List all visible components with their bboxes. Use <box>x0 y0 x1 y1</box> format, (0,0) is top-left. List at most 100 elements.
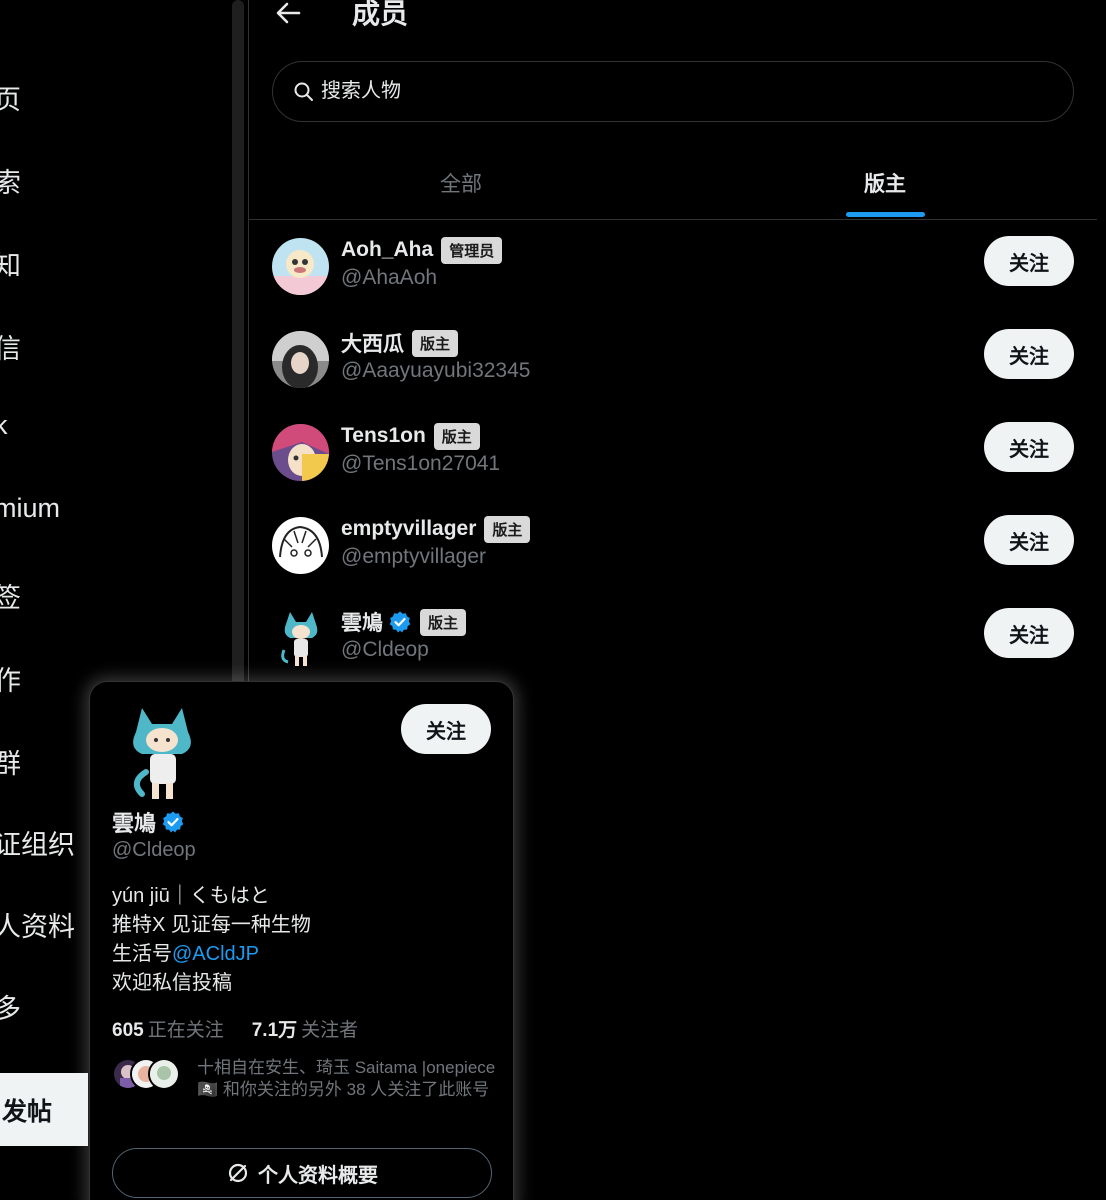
hovercard-follow-button[interactable]: 关注 <box>401 704 491 754</box>
followers-label: 关注者 <box>301 1020 359 1041</box>
hovercard-name[interactable]: 雲鳩 <box>112 806 156 838</box>
following-stat[interactable]: 605 正在关注 <box>112 1015 224 1042</box>
member-row[interactable]: Aoh_Aha 管理员 @AhaAoh 关注 <box>249 235 1097 328</box>
mutual-avatars[interactable] <box>112 1058 184 1090</box>
sidebar-item-verified-orgs[interactable]: 证组织 <box>0 823 75 862</box>
avatar-image <box>272 331 329 388</box>
member-row[interactable]: 大西瓜 版主 @Aaayuayubi32345 关注 <box>249 328 1097 421</box>
hovercard-bio: yún jiū｜くもはと 推特X 见证每一种生物 生活号@ACldJP 欢迎私信… <box>112 882 311 998</box>
search-icon <box>294 82 313 101</box>
sidebar-item-label: k <box>0 410 8 440</box>
search-input[interactable] <box>321 80 1021 103</box>
sidebar-item-jobs[interactable]: 作 <box>0 659 21 698</box>
following-label: 正在关注 <box>147 1020 224 1041</box>
tab-all[interactable]: 全部 <box>249 146 673 219</box>
post-button-label: 发帖 <box>2 1097 53 1126</box>
sidebar-item-messages[interactable]: 信 <box>0 327 21 366</box>
sidebar-item-grok[interactable]: k <box>0 410 8 441</box>
avatar[interactable] <box>272 331 329 388</box>
hovercard-stats: 605 正在关注 7.1万 关注者 <box>112 1015 358 1042</box>
role-badge: 版主 <box>412 329 459 357</box>
member-name[interactable]: 雲鳩 <box>341 607 383 637</box>
tab-moderators[interactable]: 版主 <box>673 146 1097 219</box>
follow-button-label: 关注 <box>1009 531 1049 554</box>
member-handle[interactable]: @Cldeop <box>341 638 429 662</box>
bio-mention-link[interactable]: @ACldJP <box>172 943 259 965</box>
follow-button-label: 关注 <box>426 720 466 743</box>
verified-badge-icon <box>389 611 411 633</box>
member-handle[interactable]: @Tens1on27041 <box>341 452 500 476</box>
active-tab-indicator <box>846 212 925 217</box>
role-badge: 管理员 <box>441 236 503 264</box>
follow-button[interactable]: 关注 <box>984 329 1074 379</box>
member-name[interactable]: 大西瓜 <box>341 328 404 358</box>
sidebar-item-bookmarks[interactable]: 签 <box>0 576 21 615</box>
followers-stat[interactable]: 7.1万 关注者 <box>252 1015 358 1042</box>
avatar-image <box>272 424 329 481</box>
sidebar-item-label: 信 <box>0 334 21 364</box>
follow-button-label: 关注 <box>1009 438 1049 461</box>
member-row[interactable]: Tens1on 版主 @Tens1on27041 关注 <box>249 421 1097 514</box>
post-button[interactable]: 发帖 <box>0 1073 88 1146</box>
sidebar-item-home[interactable]: 页 <box>0 78 21 117</box>
sidebar-item-notifications[interactable]: 知 <box>0 244 21 283</box>
follow-button-label: 关注 <box>1009 345 1049 368</box>
sidebar-item-label: 知 <box>0 251 21 281</box>
avatar[interactable] <box>272 424 329 481</box>
follow-button[interactable]: 关注 <box>984 515 1074 565</box>
back-arrow-icon[interactable] <box>273 0 303 26</box>
search-bar[interactable] <box>272 61 1074 122</box>
sidebar-item-premium[interactable]: mium <box>0 493 60 524</box>
follow-button-label: 关注 <box>1009 624 1049 647</box>
profile-summary-button[interactable]: 个人资料概要 <box>112 1148 492 1198</box>
profile-summary-icon <box>228 1163 248 1183</box>
bio-line: 欢迎私信投稿 <box>112 972 232 994</box>
sidebar-item-label: 群 <box>0 749 21 779</box>
avatar[interactable] <box>272 610 329 667</box>
mutual-avatar <box>148 1058 180 1090</box>
avatar[interactable] <box>272 517 329 574</box>
role-badge: 版主 <box>484 515 531 543</box>
page-title: 成员 <box>352 0 409 29</box>
sidebar-item-label: 签 <box>0 583 21 613</box>
avatar-image <box>272 610 329 667</box>
sidebar-item-label: 作 <box>0 666 21 696</box>
sidebar-item-label: mium <box>0 493 60 523</box>
member-handle[interactable]: @emptyvillager <box>341 545 486 569</box>
bio-text: 生活号 <box>112 943 172 965</box>
sidebar-item-more[interactable]: 多 <box>0 987 21 1026</box>
sidebar-item-label: 证组织 <box>0 830 75 860</box>
member-row[interactable]: emptyvillager 版主 @emptyvillager 关注 <box>249 514 1097 607</box>
member-handle[interactable]: @Aaayuayubi32345 <box>341 359 530 383</box>
bio-line: 生活号@ACldJP <box>112 940 311 969</box>
member-name[interactable]: emptyvillager <box>341 517 476 541</box>
follow-button-label: 关注 <box>1009 252 1049 275</box>
tab-label: 全部 <box>440 172 482 196</box>
bio-line: 推特X 见证每一种生物 <box>112 914 311 936</box>
avatar[interactable] <box>272 238 329 295</box>
member-handle[interactable]: @AhaAoh <box>341 266 437 290</box>
role-badge: 版主 <box>433 422 480 450</box>
hovercard-handle[interactable]: @Cldeop <box>112 839 196 862</box>
scrollbar[interactable] <box>232 0 244 690</box>
follow-button[interactable]: 关注 <box>984 608 1074 658</box>
bio-line: yún jiū｜くもはと <box>112 885 270 907</box>
sidebar-item-profile[interactable]: 人资料 <box>0 905 75 944</box>
avatar-image <box>272 517 329 574</box>
sidebar-item-explore[interactable]: 索 <box>0 161 21 200</box>
follow-button[interactable]: 关注 <box>984 422 1074 472</box>
profile-hovercard: 关注 雲鳩 @Cldeop yún jiū｜くもはと 推特X 见证每一种生物 生… <box>89 681 514 1200</box>
sidebar-item-label: 多 <box>0 994 21 1024</box>
profile-summary-label: 个人资料概要 <box>258 1164 378 1187</box>
following-count: 605 <box>112 1020 144 1041</box>
mutual-followers-text[interactable]: 十相自在安生、琦玉 Saitama |onepiece🏴‍☠️ 和你关注的另外 … <box>197 1057 497 1101</box>
hovercard-avatar[interactable] <box>112 704 212 804</box>
tab-bar: 全部 版主 <box>249 146 1097 220</box>
follow-button[interactable]: 关注 <box>984 236 1074 286</box>
sidebar-item-label: 索 <box>0 168 21 198</box>
member-name[interactable]: Tens1on <box>341 424 426 448</box>
avatar-image <box>272 238 329 295</box>
member-name[interactable]: Aoh_Aha <box>341 238 433 262</box>
verified-badge-icon <box>162 811 184 833</box>
sidebar-item-communities[interactable]: 群 <box>0 742 21 781</box>
